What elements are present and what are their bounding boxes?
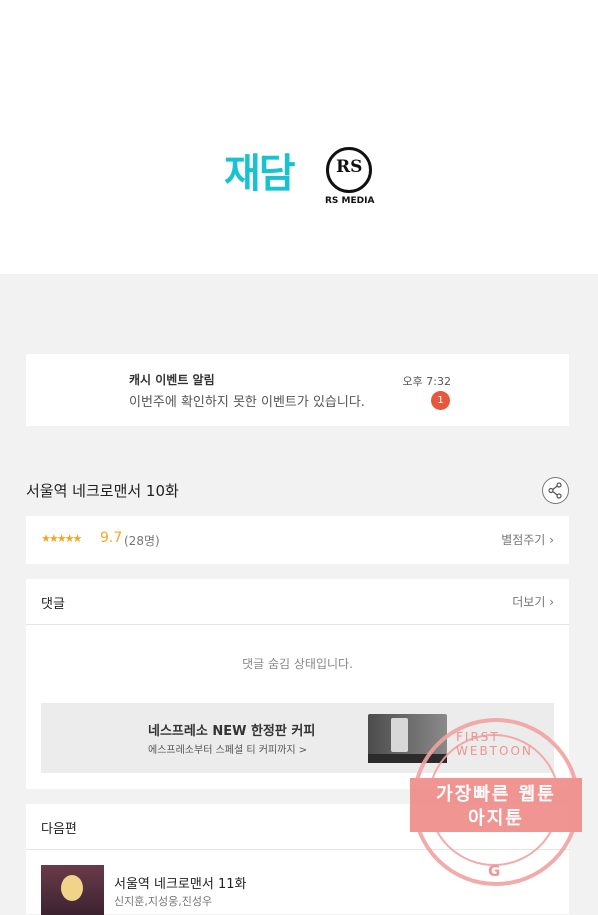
top-banner: 재담 RS RS MEDIA	[0, 0, 598, 274]
chevron-right-icon: ›	[549, 533, 554, 547]
ad-subtitle: 에스프레소부터 스페셜 티 커피까지 >	[148, 745, 308, 756]
next-episode-title[interactable]: 서울역 네크로맨서 11화	[114, 873, 246, 892]
comments-more-button[interactable]: 더보기 ›	[512, 593, 554, 610]
next-episode-author: 신지훈,지성웅,진성우	[114, 895, 213, 908]
rating-count: (28명)	[124, 534, 160, 548]
comments-header: 댓글	[41, 597, 65, 612]
thumbnail-character	[61, 875, 83, 901]
comments-more-label: 더보기	[512, 595, 546, 609]
watermark-stamp: FIRST WEBTOON 가장빠른 웹툰 아지툰 G	[410, 718, 582, 886]
rating-score: 9.7	[100, 530, 123, 546]
rs-logo-text: RS	[336, 157, 363, 177]
share-button[interactable]	[542, 477, 569, 504]
stamp-ring-text: FIRST WEBTOON	[456, 730, 533, 758]
divider	[26, 624, 569, 625]
rating-bar: ★★★★★ 9.7 (28명) 별점주기 ›	[26, 516, 569, 564]
notice-time: 오후 7:32	[402, 375, 451, 388]
cash-event-notice[interactable]: 캐시 이벤트 알림 오후 7:32 이번주에 확인하지 못한 이벤트가 있습니다…	[26, 354, 569, 426]
chevron-right-icon: ›	[549, 595, 554, 609]
rate-button[interactable]: 별점주기 ›	[501, 531, 554, 548]
rs-media-label: RS MEDIA	[325, 196, 375, 206]
rating-stars: ★★★★★	[41, 532, 82, 545]
coffee-machine-image	[391, 718, 408, 752]
episode-title: 서울역 네크로맨서 10화	[26, 482, 179, 500]
stamp-line-2: 아지툰	[468, 808, 524, 829]
notice-count-badge: 1	[431, 391, 450, 410]
comments-hidden-message: 댓글 숨김 상태입니다.	[242, 657, 353, 671]
google-logo-icon: G	[488, 862, 501, 880]
notice-title: 캐시 이벤트 알림	[129, 373, 215, 387]
jaedam-logo: 재담	[224, 151, 296, 197]
share-icon	[548, 482, 562, 499]
next-episode-header: 다음편	[41, 822, 77, 837]
rate-button-label: 별점주기	[501, 533, 546, 547]
stamp-line-1: 가장빠른 웹툰	[436, 784, 556, 805]
stamp-band: 가장빠른 웹툰 아지툰	[410, 778, 582, 832]
notice-body: 이번주에 확인하지 못한 이벤트가 있습니다.	[129, 395, 365, 410]
rs-media-logo: RS RS MEDIA	[324, 147, 375, 207]
ad-title: 네스프레소 NEW 한정판 커피	[148, 724, 316, 739]
next-episode-thumbnail[interactable]	[41, 865, 104, 915]
